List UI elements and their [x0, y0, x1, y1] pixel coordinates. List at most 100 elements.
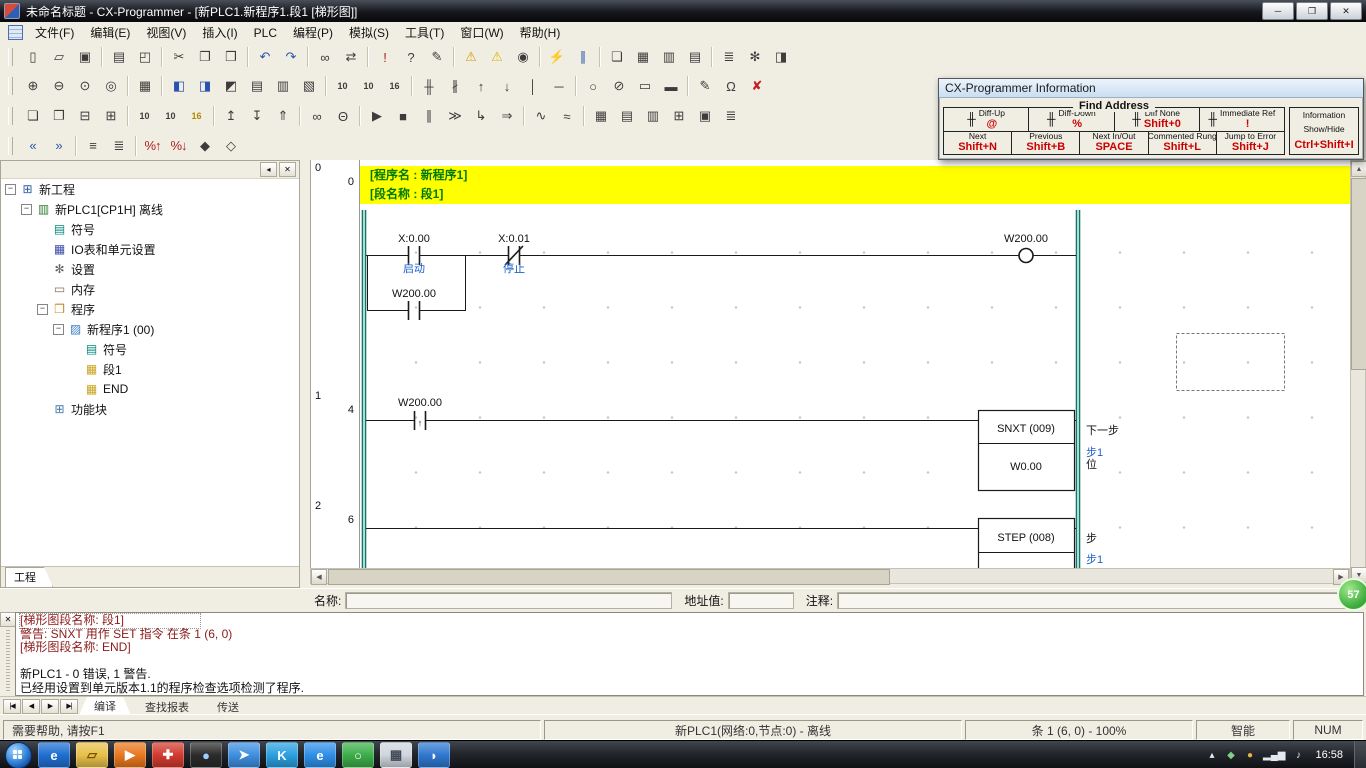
start-button[interactable] [5, 742, 32, 768]
data-trace-icon[interactable]: ∿ [528, 104, 553, 129]
output-tab-2[interactable]: 查找报表 [131, 698, 203, 716]
indent-right-icon[interactable]: » [46, 133, 71, 158]
horizontal-scrollbar[interactable]: ◀ ▶ [310, 568, 1350, 584]
properties-icon[interactable]: ≣ [716, 45, 741, 70]
rising-contact-icon[interactable]: ↑ [468, 74, 493, 99]
close-button[interactable]: ✕ [1330, 2, 1362, 20]
horizontal-scroll-thumb[interactable] [328, 569, 890, 585]
clock-monitor-icon[interactable]: Θ [330, 104, 355, 129]
tree-expand-toggle[interactable]: − [37, 304, 48, 315]
dock-project-tree-button[interactable]: ◂ [260, 162, 277, 177]
tree-node-end[interactable]: ▦END [1, 379, 299, 399]
diff-mark-hollow-icon[interactable]: ◇ [218, 133, 243, 158]
scroll-up-button[interactable]: ▲ [1351, 161, 1366, 177]
print-icon[interactable]: ▤ [106, 45, 131, 70]
menu-item-7[interactable]: 模拟(S) [341, 22, 397, 43]
contact-seal-in[interactable] [409, 301, 420, 320]
work-online-icon[interactable]: ⚡ [544, 45, 569, 70]
cross-reference-icon[interactable]: ❏ [604, 45, 629, 70]
output-tab-3[interactable]: 传送 [203, 698, 253, 716]
output-nav-4-button[interactable]: ▶| [60, 699, 78, 714]
step-into-icon[interactable]: ↳ [468, 104, 493, 129]
green-browser-icon[interactable]: ○ [342, 742, 374, 768]
whats-this-help-icon[interactable]: ✎ [424, 45, 449, 70]
compile-program-icon[interactable]: ! [372, 45, 397, 70]
close-project-tree-button[interactable]: ✕ [279, 162, 296, 177]
tree-expand-toggle[interactable]: − [53, 324, 64, 335]
security-app-icon[interactable]: ✚ [152, 742, 184, 768]
online-edit-icon[interactable]: ◉ [510, 45, 535, 70]
window-layout-icon[interactable]: ◨ [768, 45, 793, 70]
io-table-view-icon[interactable]: ▦ [588, 104, 613, 129]
save-project-icon[interactable]: ▣ [72, 45, 97, 70]
new-document-icon[interactable]: ▯ [20, 45, 45, 70]
browser-e-icon[interactable]: e [38, 742, 70, 768]
menu-item-1[interactable]: 文件(F) [27, 22, 82, 43]
copy-icon[interactable]: ❐ [192, 45, 217, 70]
continue-run-icon[interactable]: ⇒ [494, 104, 519, 129]
ladder-diagram[interactable]: [程序名 : 新程序1] [段名称 : 段1] 001426 [310, 160, 1350, 568]
ladder-selection-cursor[interactable] [1177, 334, 1285, 391]
new-contact-icon[interactable]: ╫ [416, 74, 441, 99]
open-project-icon[interactable]: ▱ [46, 45, 71, 70]
replace-icon[interactable]: ⇄ [338, 45, 363, 70]
ladder-canvas[interactable]: X:0.00 启动 X:0.01 停止 W200.00 W200.00 W200… [359, 160, 1350, 568]
toggle-cross-ref-icon[interactable]: ▤ [244, 74, 269, 99]
print-preview-icon[interactable]: ◰ [132, 45, 157, 70]
time-chart-icon[interactable]: ≈ [554, 104, 579, 129]
tray-volume-icon[interactable]: ♪ [1292, 750, 1304, 761]
tray-shield-icon[interactable]: ◆ [1225, 750, 1237, 761]
tree-node-program1[interactable]: −▨新程序1 (00) [1, 319, 299, 339]
immediate-ref-cell[interactable]: ╫Immediate Ref! [1200, 108, 1284, 131]
indent-left-icon[interactable]: « [20, 133, 45, 158]
redo-icon[interactable]: ↷ [278, 45, 303, 70]
zoom-fit-icon[interactable]: ◎ [98, 74, 123, 99]
program-check-icon[interactable]: ⚠ [484, 45, 509, 70]
help-icon[interactable]: ? [398, 45, 423, 70]
zoom-in-icon[interactable]: ⊕ [20, 74, 45, 99]
toggle-symbol-bar-icon[interactable]: ▧ [296, 74, 321, 99]
toggle-address-ref-icon[interactable]: ▥ [270, 74, 295, 99]
zoom-region-icon[interactable]: ⊙ [72, 74, 97, 99]
tree-expand-toggle[interactable]: − [21, 204, 32, 215]
diff-mark-solid-icon[interactable]: ◆ [192, 133, 217, 158]
music-app-icon[interactable]: K [266, 742, 298, 768]
falling-contact-icon[interactable]: ↓ [494, 74, 519, 99]
toggle-output-icon[interactable]: ◨ [192, 74, 217, 99]
rung-comment-icon[interactable]: ✎ [692, 74, 717, 99]
watch-window-icon[interactable]: ▥ [656, 45, 681, 70]
output-coil[interactable] [1019, 249, 1033, 263]
options-icon[interactable]: ✻ [742, 45, 767, 70]
output-tab-1[interactable]: 编译 [79, 697, 131, 716]
monitor-signed-decimal-icon[interactable]: 10 [356, 74, 381, 99]
explorer-folder-icon[interactable]: ▱ [76, 742, 108, 768]
show-rung-list-icon[interactable]: ≡ [80, 133, 105, 158]
cx-programmer-information-window[interactable]: CX-Programmer Information Find Address ╫… [938, 78, 1364, 160]
menu-item-4[interactable]: 插入(I) [194, 22, 245, 43]
output-window-icon[interactable]: ▤ [682, 45, 707, 70]
menu-item-8[interactable]: 工具(T) [397, 22, 452, 43]
list-view-icon[interactable]: ≣ [718, 104, 743, 129]
show-grid-icon[interactable]: ▦ [132, 74, 157, 99]
symbol-table-view-icon[interactable]: ▥ [640, 104, 665, 129]
inverse-instruction-icon[interactable]: ▬ [658, 74, 683, 99]
stop-program-icon[interactable]: ■ [390, 104, 415, 129]
name-field[interactable] [345, 592, 672, 609]
new-closed-contact-icon[interactable]: ∦ [442, 74, 467, 99]
messenger-icon[interactable]: ◗ [418, 742, 450, 768]
diff-percent-up-icon[interactable]: %↑ [140, 133, 165, 158]
jump-to-error-cell[interactable]: Jump to ErrorShift+J [1217, 132, 1284, 155]
tray-update-icon[interactable]: ● [1244, 750, 1256, 761]
show-all-list-icon[interactable]: ≣ [106, 133, 131, 158]
toggle-project-tree-icon[interactable]: ◧ [166, 74, 191, 99]
address-10-icon[interactable]: 10 [132, 104, 157, 129]
menu-item-5[interactable]: PLC [246, 24, 285, 42]
scroll-left-button[interactable]: ◀ [311, 569, 327, 585]
tree-expand-toggle[interactable]: − [5, 184, 16, 195]
go-next-rung-icon[interactable]: ↧ [244, 104, 269, 129]
information-show-hide-cell[interactable]: Information Show/Hide Ctrl+Shift+I [1289, 107, 1359, 155]
commented-rung-cell[interactable]: Commented RungShift+L [1149, 132, 1217, 155]
next-cell[interactable]: NextShift+N [944, 132, 1012, 155]
compile-check-icon[interactable]: ⚠ [458, 45, 483, 70]
tray-expand-icon[interactable]: ▴ [1206, 750, 1218, 761]
